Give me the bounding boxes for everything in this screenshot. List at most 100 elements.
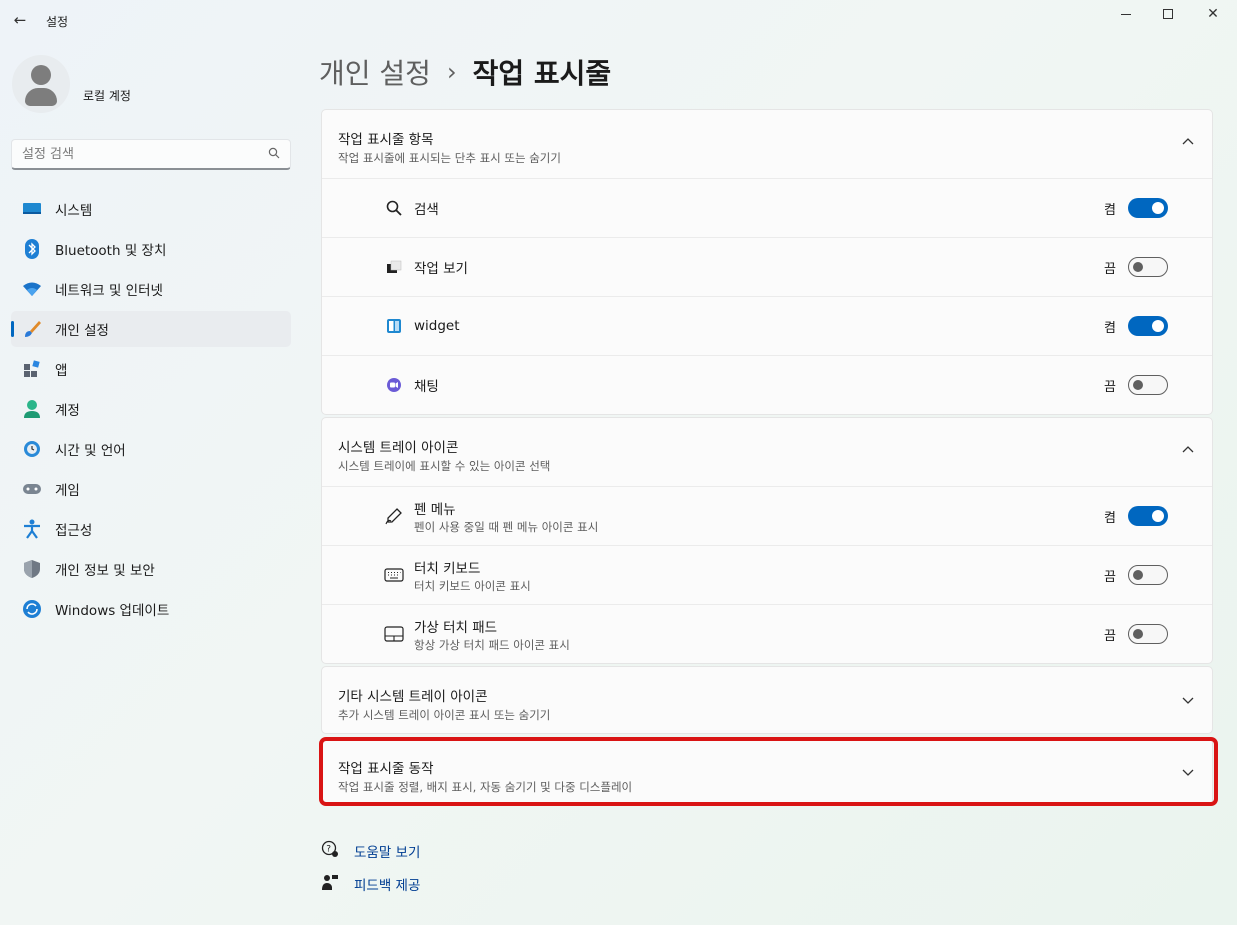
task-view-toggle[interactable] — [1128, 257, 1168, 277]
chevron-down-icon[interactable] — [1182, 766, 1194, 781]
sidebar-item-label: 시스템 — [55, 203, 93, 219]
help-link[interactable]: ? 도움말 보기 — [321, 840, 420, 862]
chevron-up-icon[interactable] — [1182, 442, 1194, 457]
taskbar-items-header[interactable]: 작업 표시줄 항목 작업 표시줄에 표시되는 단추 표시 또는 숨기기 — [322, 110, 1212, 178]
minimize-button[interactable] — [1112, 4, 1140, 24]
profile-name: 로컬 계정 — [83, 89, 131, 103]
sidebar-item-accounts[interactable]: 계정 — [11, 391, 291, 427]
search-icon[interactable] — [268, 147, 280, 162]
setting-row-pen-menu: 펜 메뉴 펜이 사용 중일 때 펜 메뉴 아이콘 표시 켬 — [322, 486, 1212, 545]
sidebar-item-label: 개인 정보 및 보안 — [55, 563, 155, 579]
touchpad-icon — [384, 624, 404, 644]
sidebar-item-label: Windows 업데이트 — [55, 603, 170, 619]
chevron-down-icon[interactable] — [1182, 694, 1194, 709]
setting-row-task-view: 작업 보기 끔 — [322, 237, 1212, 296]
back-button[interactable]: ← — [8, 8, 32, 32]
setting-description: 펜이 사용 중일 때 펜 메뉴 아이콘 표시 — [414, 519, 599, 534]
close-icon: ✕ — [1207, 6, 1219, 22]
keyboard-icon — [384, 565, 404, 585]
svg-text:?: ? — [326, 845, 331, 855]
sidebar-item-bluetooth[interactable]: Bluetooth 및 장치 — [11, 231, 291, 267]
brush-icon — [21, 318, 43, 340]
section-title: 작업 표시줄 동작 — [338, 761, 434, 777]
sidebar-item-accessibility[interactable]: 접근성 — [11, 511, 291, 547]
setting-row-virtual-touchpad: 가상 터치 패드 항상 가상 터치 패드 아이콘 표시 끔 — [322, 604, 1212, 663]
search-icon — [384, 198, 404, 218]
sidebar-item-label: 게임 — [55, 483, 80, 499]
section-subtitle: 시스템 트레이에 표시할 수 있는 아이콘 선택 — [338, 459, 551, 473]
account-icon — [21, 398, 43, 420]
minimize-icon — [1121, 13, 1131, 15]
sidebar-item-label: 시간 및 언어 — [55, 443, 126, 459]
setting-row-chat: 채팅 끔 — [322, 355, 1212, 414]
maximize-button[interactable] — [1154, 4, 1182, 24]
help-link-label[interactable]: 도움말 보기 — [354, 841, 420, 861]
tray-icons-header[interactable]: 시스템 트레이 아이콘 시스템 트레이에 표시할 수 있는 아이콘 선택 — [322, 418, 1212, 486]
title-bar: ← 설정 ✕ — [0, 0, 1237, 40]
search-toggle[interactable] — [1128, 198, 1168, 218]
setting-label: widget — [414, 318, 460, 334]
other-tray-icons-header[interactable]: 기타 시스템 트레이 아이콘 추가 시스템 트레이 아이콘 표시 또는 숨기기 — [322, 667, 1212, 733]
pen-menu-toggle[interactable] — [1128, 506, 1168, 526]
taskbar-behaviors-card[interactable]: 작업 표시줄 동작 작업 표시줄 정렬, 배지 표시, 자동 숨기기 및 다중 … — [321, 738, 1213, 806]
setting-label: 터치 키보드 — [414, 560, 481, 577]
profile[interactable] — [12, 55, 70, 113]
toggle-state-label: 끔 — [1104, 379, 1116, 395]
wifi-icon — [21, 278, 43, 300]
setting-row-search: 검색 켬 — [322, 178, 1212, 237]
setting-row-touch-keyboard: 터치 키보드 터치 키보드 아이콘 표시 끔 — [322, 545, 1212, 604]
chat-icon — [384, 375, 404, 395]
accessibility-icon — [21, 518, 43, 540]
section-subtitle: 추가 시스템 트레이 아이콘 표시 또는 숨기기 — [338, 708, 551, 722]
sidebar-item-label: 네트워크 및 인터넷 — [55, 283, 163, 299]
sidebar-item-label: 접근성 — [55, 523, 93, 539]
sidebar-item-system[interactable]: 시스템 — [11, 191, 291, 227]
back-arrow-icon: ← — [13, 11, 27, 29]
touch-keyboard-toggle[interactable] — [1128, 565, 1168, 585]
breadcrumb-parent[interactable]: 개인 설정 — [319, 52, 431, 92]
toggle-state-label: 켬 — [1104, 510, 1116, 526]
other-tray-icons-card[interactable]: 기타 시스템 트레이 아이콘 추가 시스템 트레이 아이콘 표시 또는 숨기기 — [321, 666, 1213, 734]
toggle-state-label: 켬 — [1104, 320, 1116, 336]
apps-icon — [21, 358, 43, 380]
setting-label: 채팅 — [414, 379, 439, 395]
section-title: 기타 시스템 트레이 아이콘 — [338, 689, 488, 705]
close-button[interactable]: ✕ — [1199, 4, 1227, 24]
toggle-state-label: 끔 — [1104, 261, 1116, 277]
section-title: 시스템 트레이 아이콘 — [338, 440, 459, 456]
feedback-link-label[interactable]: 피드백 제공 — [354, 874, 420, 894]
avatar — [12, 55, 70, 113]
sidebar-item-time-language[interactable]: 시간 및 언어 — [11, 431, 291, 467]
help-icon: ? — [321, 840, 341, 862]
sidebar-item-network[interactable]: 네트워크 및 인터넷 — [11, 271, 291, 307]
sidebar-item-label: 개인 설정 — [55, 323, 109, 339]
sidebar-item-label: 계정 — [55, 403, 80, 419]
feedback-icon — [321, 873, 341, 895]
toggle-state-label: 끔 — [1104, 628, 1116, 644]
chevron-up-icon[interactable] — [1182, 134, 1194, 149]
widget-toggle[interactable] — [1128, 316, 1168, 336]
section-subtitle: 작업 표시줄 정렬, 배지 표시, 자동 숨기기 및 다중 디스플레이 — [338, 780, 633, 794]
sidebar-item-gaming[interactable]: 게임 — [11, 471, 291, 507]
setting-description: 항상 가상 터치 패드 아이콘 표시 — [414, 637, 570, 652]
toggle-state-label: 켬 — [1104, 202, 1116, 218]
search-box[interactable] — [11, 139, 291, 170]
sidebar-item-label: 앱 — [55, 363, 68, 379]
sidebar-item-privacy[interactable]: 개인 정보 및 보안 — [11, 551, 291, 587]
sidebar-item-personalization[interactable]: 개인 설정 — [11, 311, 291, 347]
task-view-icon — [384, 257, 404, 277]
taskbar-behaviors-header[interactable]: 작업 표시줄 동작 작업 표시줄 정렬, 배지 표시, 자동 숨기기 및 다중 … — [322, 739, 1212, 805]
sidebar-item-apps[interactable]: 앱 — [11, 351, 291, 387]
feedback-link[interactable]: 피드백 제공 — [321, 873, 420, 895]
setting-description: 터치 키보드 아이콘 표시 — [414, 578, 531, 593]
virtual-touchpad-toggle[interactable] — [1128, 624, 1168, 644]
gamepad-icon — [21, 478, 43, 500]
search-input[interactable] — [22, 146, 268, 162]
sidebar-nav: 시스템 Bluetooth 및 장치 네트워크 및 인터넷 개인 설정 앱 계정… — [11, 191, 291, 631]
sidebar-item-windows-update[interactable]: Windows 업데이트 — [11, 591, 291, 627]
chat-toggle[interactable] — [1128, 375, 1168, 395]
setting-label: 펜 메뉴 — [414, 501, 456, 518]
pen-icon — [384, 506, 404, 526]
section-title: 작업 표시줄 항목 — [338, 132, 434, 148]
setting-label: 작업 보기 — [414, 261, 468, 277]
